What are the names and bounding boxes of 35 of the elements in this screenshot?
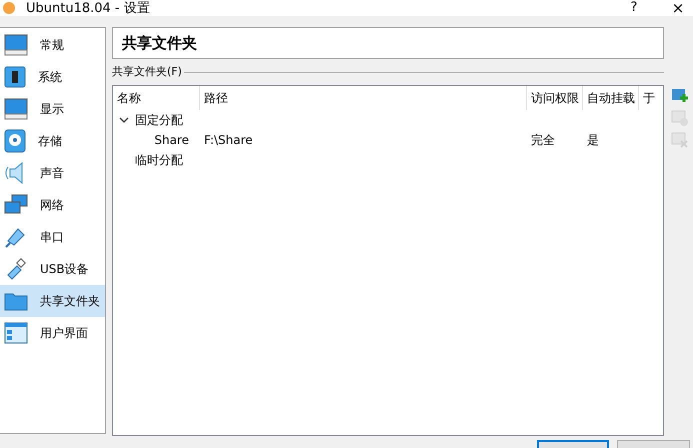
sidebar-item[interactable]: 存储 <box>0 125 105 157</box>
sidebar-item[interactable]: 声音 <box>0 157 105 189</box>
column-header[interactable]: 访问权限 <box>527 86 583 110</box>
sidebar-item[interactable]: 常规 <box>0 29 105 61</box>
column-header[interactable]: 于 <box>639 86 663 110</box>
table-cell: 是 <box>587 133 599 147</box>
page-title: 共享文件夹 <box>112 27 664 59</box>
group-label: 共享文件夹(F) <box>112 64 183 80</box>
close-button[interactable]: × <box>663 0 693 20</box>
sidebar-item[interactable]: 网络 <box>0 189 105 221</box>
sidebar-item[interactable]: 用户界面 <box>0 317 105 349</box>
chip-icon <box>4 66 26 88</box>
window-title: Ubuntu18.04 - 设置 <box>26 2 150 14</box>
column-header[interactable]: 名称 <box>113 86 200 110</box>
sidebar-item[interactable]: 显示 <box>0 93 105 125</box>
window-layout-icon <box>4 322 28 344</box>
help-button[interactable]: ? <box>619 0 649 18</box>
display-icon <box>4 98 28 120</box>
app-logo-icon <box>2 1 16 15</box>
tree-item-name[interactable]: Share <box>154 131 200 149</box>
add-folder-icon[interactable] <box>671 87 689 105</box>
folder-icon <box>4 291 28 311</box>
sidebar-item[interactable]: USB设备 <box>0 253 105 285</box>
table-cell: F:\Share <box>204 133 253 147</box>
chevron-icon[interactable] <box>119 115 129 125</box>
table-cell: 完全 <box>531 133 555 147</box>
monitor-icon <box>4 34 28 56</box>
sidebar-item[interactable]: 共享文件夹 <box>0 285 105 317</box>
tree-item-name[interactable]: 临时分配 <box>135 151 183 169</box>
column-header[interactable]: 自动挂载 <box>583 86 639 110</box>
column-header[interactable]: 路径 <box>200 86 527 110</box>
sidebar-item[interactable]: 系统 <box>0 61 105 93</box>
tree-item-name[interactable]: 固定分配 <box>135 111 183 129</box>
sidebar-item[interactable]: 串口 <box>0 221 105 253</box>
network-icon <box>4 194 28 216</box>
